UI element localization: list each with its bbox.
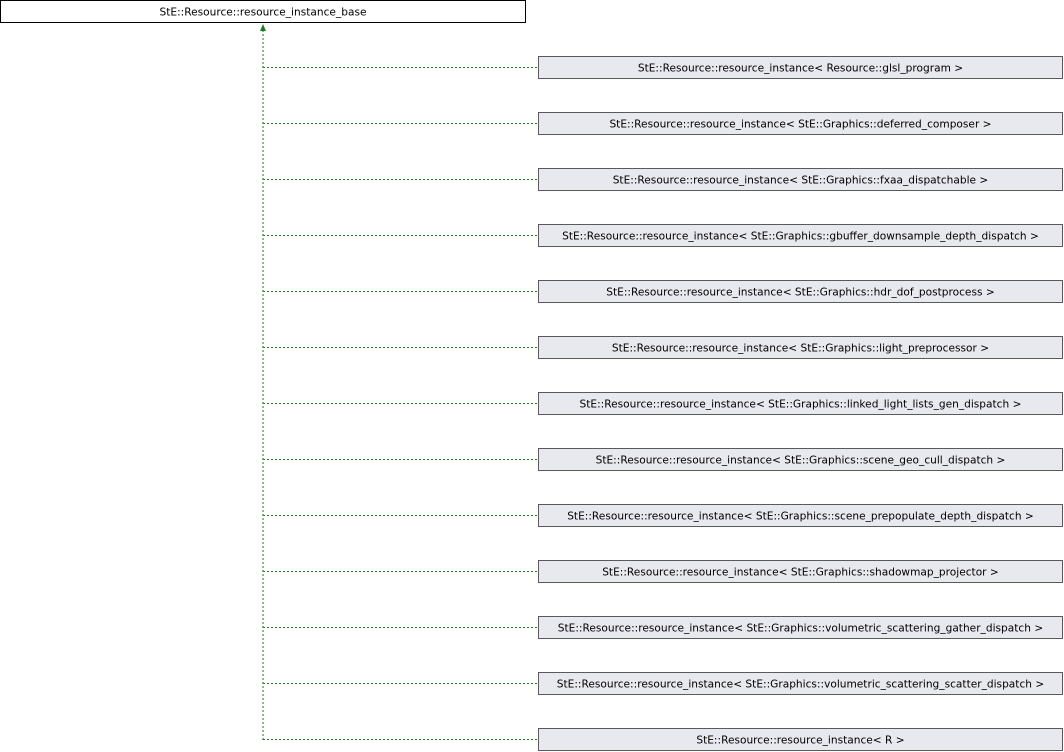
derived-class-label: StE::Resource::resource_instance< StE::G… bbox=[557, 679, 1044, 691]
derived-class-label: StE::Resource::resource_instance< StE::G… bbox=[567, 511, 1034, 523]
derived-class-label: StE::Resource::resource_instance< StE::G… bbox=[606, 287, 994, 299]
derived-class-node[interactable]: StE::Resource::resource_instance< Resour… bbox=[538, 56, 1063, 79]
derived-class-label: StE::Resource::resource_instance< StE::G… bbox=[602, 567, 999, 579]
derived-class-node[interactable]: StE::Resource::resource_instance< StE::G… bbox=[538, 448, 1063, 471]
derived-class-nodes: StE::Resource::resource_instance< Resour… bbox=[263, 56, 1063, 751]
derived-class-node[interactable]: StE::Resource::resource_instance< StE::G… bbox=[538, 672, 1063, 695]
derived-class-node[interactable]: StE::Resource::resource_instance< StE::G… bbox=[538, 504, 1063, 527]
derived-class-label: StE::Resource::resource_instance< R > bbox=[696, 735, 904, 747]
derived-class-label: StE::Resource::resource_instance< StE::G… bbox=[558, 623, 1043, 635]
derived-class-node[interactable]: StE::Resource::resource_instance< StE::G… bbox=[538, 616, 1063, 639]
inheritance-diagram: StE::Resource::resource_instance_base St… bbox=[0, 0, 1063, 751]
derived-class-label: StE::Resource::resource_instance< StE::G… bbox=[562, 231, 1039, 243]
derived-class-node[interactable]: StE::Resource::resource_instance< StE::G… bbox=[538, 336, 1063, 359]
inheritance-arrowhead bbox=[260, 24, 266, 31]
derived-class-label: StE::Resource::resource_instance< StE::G… bbox=[612, 343, 989, 355]
derived-class-node[interactable]: StE::Resource::resource_instance< StE::G… bbox=[538, 560, 1063, 583]
derived-class-node[interactable]: StE::Resource::resource_instance< StE::G… bbox=[538, 280, 1063, 303]
derived-class-node[interactable]: StE::Resource::resource_instance< StE::G… bbox=[538, 112, 1063, 135]
derived-class-label: StE::Resource::resource_instance< StE::G… bbox=[580, 399, 1022, 411]
derived-class-node[interactable]: StE::Resource::resource_instance< StE::G… bbox=[538, 224, 1063, 247]
derived-class-label: StE::Resource::resource_instance< Resour… bbox=[638, 63, 963, 75]
inheritance-trunk bbox=[260, 24, 266, 740]
derived-class-label: StE::Resource::resource_instance< StE::G… bbox=[613, 175, 989, 187]
base-class-label: StE::Resource::resource_instance_base bbox=[160, 7, 367, 19]
derived-class-node[interactable]: StE::Resource::resource_instance< StE::G… bbox=[538, 392, 1063, 415]
derived-class-label: StE::Resource::resource_instance< StE::G… bbox=[609, 119, 991, 131]
derived-class-node[interactable]: StE::Resource::resource_instance< StE::G… bbox=[538, 168, 1063, 191]
derived-class-label: StE::Resource::resource_instance< StE::G… bbox=[596, 455, 1006, 467]
base-class-node[interactable]: StE::Resource::resource_instance_base bbox=[0, 0, 526, 23]
derived-class-node[interactable]: StE::Resource::resource_instance< R > bbox=[538, 728, 1063, 751]
